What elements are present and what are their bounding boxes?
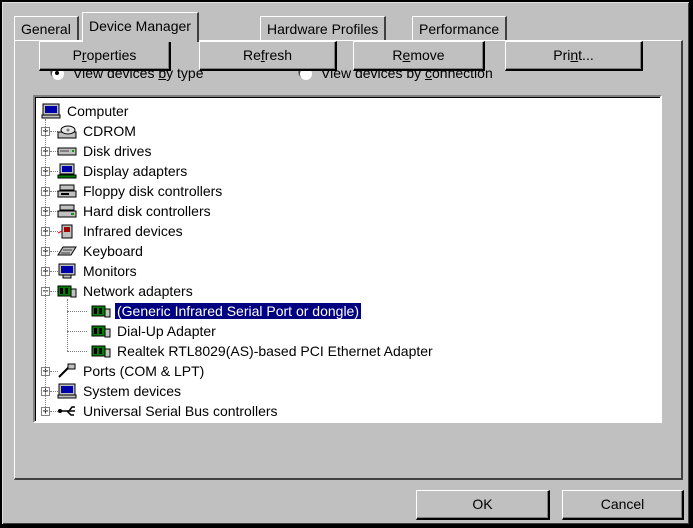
tree-node-infrared-devices[interactable]: Infrared devices [57, 221, 185, 241]
tree-node-network-adapters[interactable]: Network adapters [57, 281, 195, 301]
tree-node-label: Floppy disk controllers [83, 183, 223, 199]
button-label-pre: P [72, 47, 82, 63]
tree-node-label: Dial-Up Adapter [117, 323, 216, 339]
refresh-button[interactable]: Refresh [199, 41, 337, 71]
tree-node-label: CDROM [83, 123, 136, 139]
tree-node-cdrom[interactable]: CDROM [57, 121, 138, 141]
radio-label-suffix: y type [166, 65, 204, 81]
tree-node-computer[interactable]: Computer [41, 101, 130, 121]
tree-node-universal-serial-bus-controllers[interactable]: Universal Serial Bus controllers [57, 401, 280, 421]
hard-disk-controller-icon [57, 203, 77, 219]
tab-hardware-profiles[interactable]: Hardware Profiles [260, 16, 387, 40]
tree-connector-v [45, 119, 46, 411]
tree-node-label: (Generic Infrared Serial Port or dongle) [114, 302, 362, 320]
system-devices-icon [57, 383, 77, 399]
properties-button[interactable]: Properties [39, 41, 171, 71]
tree-node-hard-disk-controllers[interactable]: Hard disk controllers [57, 201, 213, 221]
tree-node-display-adapters[interactable]: Display adapters [57, 161, 189, 181]
network-card-icon [91, 323, 111, 339]
tree-connector-h [67, 331, 87, 332]
tree-node-label: Display adapters [83, 163, 188, 179]
tree-node-ports-com-lpt[interactable]: Ports (COM & LPT) [57, 361, 206, 381]
network-card-icon [91, 343, 111, 359]
device-manager-dialog: General Device Manager Hardware Profiles… [2, 2, 689, 524]
tree-connector-v [67, 299, 68, 351]
tree-node-label: Infrared devices [83, 223, 183, 239]
tree-node-disk-drives[interactable]: Disk drives [57, 141, 153, 161]
tree-node-label: Keyboard [83, 243, 143, 259]
cdrom-icon [57, 123, 77, 139]
tree-node-label: Universal Serial Bus controllers [83, 403, 278, 419]
infrared-icon [57, 223, 77, 239]
monitor-icon [57, 263, 77, 279]
tree-node-label: Realtek RTL8029(AS)-based PCI Ethernet A… [117, 343, 433, 359]
print-button[interactable]: Print... [505, 41, 643, 71]
tree-node-label: System devices [83, 383, 182, 399]
button-label-accel: n [570, 47, 579, 63]
cancel-button[interactable]: Cancel [562, 490, 684, 520]
button-label-post: move [410, 47, 445, 63]
keyboard-icon [57, 243, 77, 259]
floppy-controller-icon [57, 183, 77, 199]
button-label-post: operties [86, 47, 137, 63]
tab-performance[interactable]: Performance [412, 16, 508, 40]
computer-icon [41, 103, 61, 119]
tree-node-label: Monitors [83, 263, 137, 279]
tab-general[interactable]: General [14, 16, 79, 40]
ok-button[interactable]: OK [416, 490, 550, 520]
tree-node-floppy-disk-controllers[interactable]: Floppy disk controllers [57, 181, 224, 201]
tree-node-label: Hard disk controllers [83, 203, 211, 219]
tree-node-system-devices[interactable]: System devices [57, 381, 183, 401]
button-label-pre: R [392, 47, 403, 63]
usb-icon [57, 403, 77, 419]
network-card-icon [91, 303, 111, 319]
tree-connector-h [67, 311, 87, 312]
button-label-pre: Re [242, 47, 261, 63]
tree-node-device[interactable]: Dial-Up Adapter [91, 321, 218, 341]
tree-node-device[interactable]: (Generic Infrared Serial Port or dongle) [91, 301, 362, 321]
button-label-post: t... [578, 47, 594, 63]
device-tree[interactable]: Computer CDROM + Disk drives + Display adapte… [33, 95, 662, 423]
button-label-pre: Pri [553, 47, 571, 63]
ports-icon [57, 363, 77, 379]
display-adapter-icon [57, 163, 77, 179]
radio-selected-dot [55, 71, 59, 75]
button-label-post: resh [264, 47, 293, 63]
tree-node-keyboard[interactable]: Keyboard [57, 241, 145, 261]
tree-node-monitors[interactable]: Monitors [57, 261, 139, 281]
tree-node-label: Disk drives [83, 143, 152, 159]
tree-node-label: Network adapters [83, 283, 193, 299]
tree-node-label: Computer [67, 103, 129, 119]
tree-node-label: Ports (COM & LPT) [83, 363, 205, 379]
tree-connector-h [67, 351, 87, 352]
tab-device-manager[interactable]: Device Manager [82, 12, 199, 42]
device-manager-panel: View devices by type View devices by con… [14, 40, 683, 480]
tree-node-device[interactable]: Realtek RTL8029(AS)-based PCI Ethernet A… [91, 341, 435, 361]
network-adapter-icon [57, 283, 77, 299]
disk-drive-icon [57, 143, 77, 159]
remove-button[interactable]: Remove [353, 41, 485, 71]
